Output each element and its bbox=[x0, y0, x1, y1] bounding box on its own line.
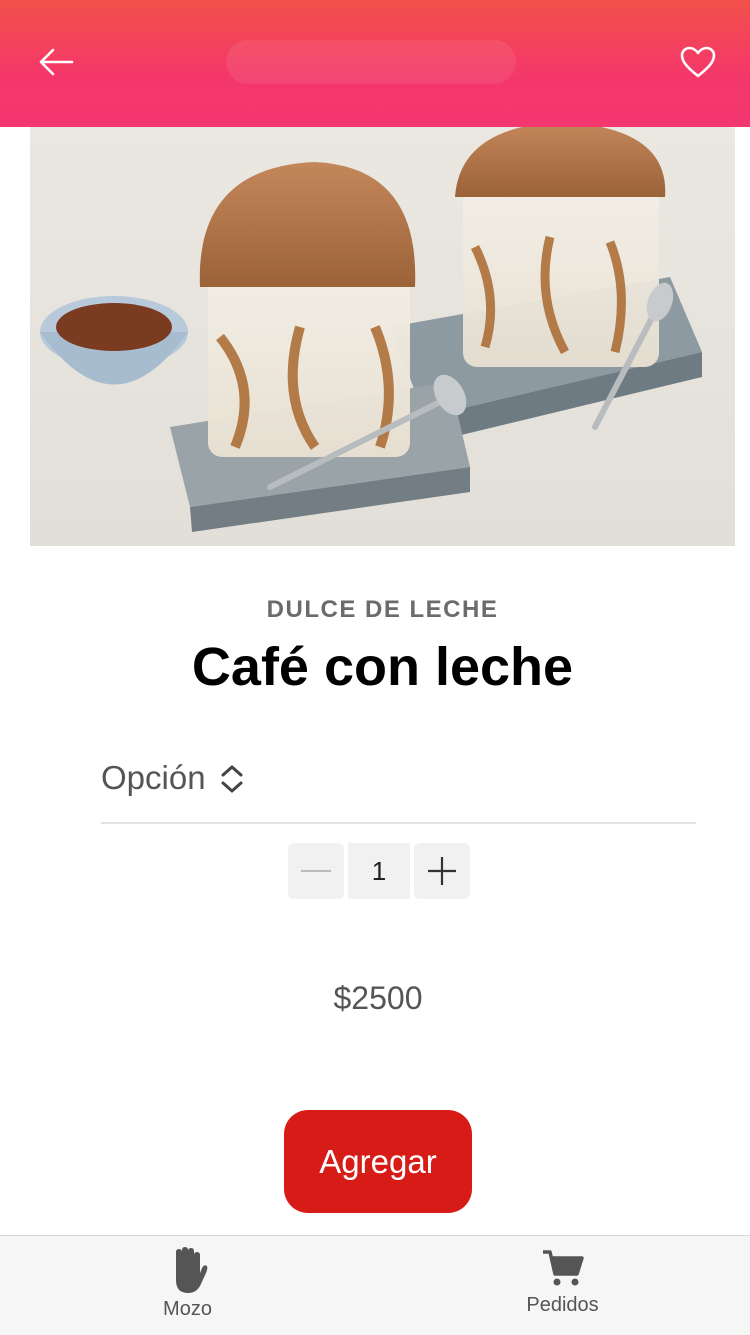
nav-item-pedidos[interactable]: Pedidos bbox=[375, 1236, 750, 1335]
app-header bbox=[0, 0, 750, 127]
increment-button[interactable] bbox=[414, 843, 470, 899]
chevron-up-down-icon bbox=[221, 765, 243, 793]
option-select[interactable]: Opción bbox=[101, 750, 696, 824]
quantity-value: 1 bbox=[348, 843, 410, 899]
decrement-button[interactable] bbox=[288, 843, 344, 899]
header-search-pill bbox=[226, 40, 516, 84]
add-to-order-button[interactable]: Agregar bbox=[284, 1110, 472, 1213]
favorite-button[interactable] bbox=[670, 34, 726, 90]
bottom-navigation: Mozo Pedidos bbox=[0, 1235, 750, 1335]
heart-outline-icon bbox=[680, 46, 716, 78]
product-price: $2500 bbox=[333, 980, 423, 1016]
product-category: DULCE DE LECHE bbox=[266, 596, 499, 623]
product-image bbox=[30, 127, 735, 546]
product-title: Café con leche bbox=[191, 637, 574, 697]
option-label: Opción bbox=[101, 759, 206, 796]
back-button[interactable] bbox=[28, 36, 84, 88]
plus-icon bbox=[428, 857, 456, 885]
arrow-left-icon bbox=[39, 48, 74, 76]
nav-label-mozo: Mozo bbox=[163, 1298, 212, 1320]
nav-label-pedidos: Pedidos bbox=[526, 1294, 599, 1316]
quantity-stepper: 1 bbox=[288, 843, 470, 899]
hand-icon bbox=[175, 1247, 207, 1293]
minus-icon bbox=[301, 870, 331, 872]
cart-icon bbox=[542, 1250, 584, 1286]
nav-item-mozo[interactable]: Mozo bbox=[0, 1236, 375, 1335]
